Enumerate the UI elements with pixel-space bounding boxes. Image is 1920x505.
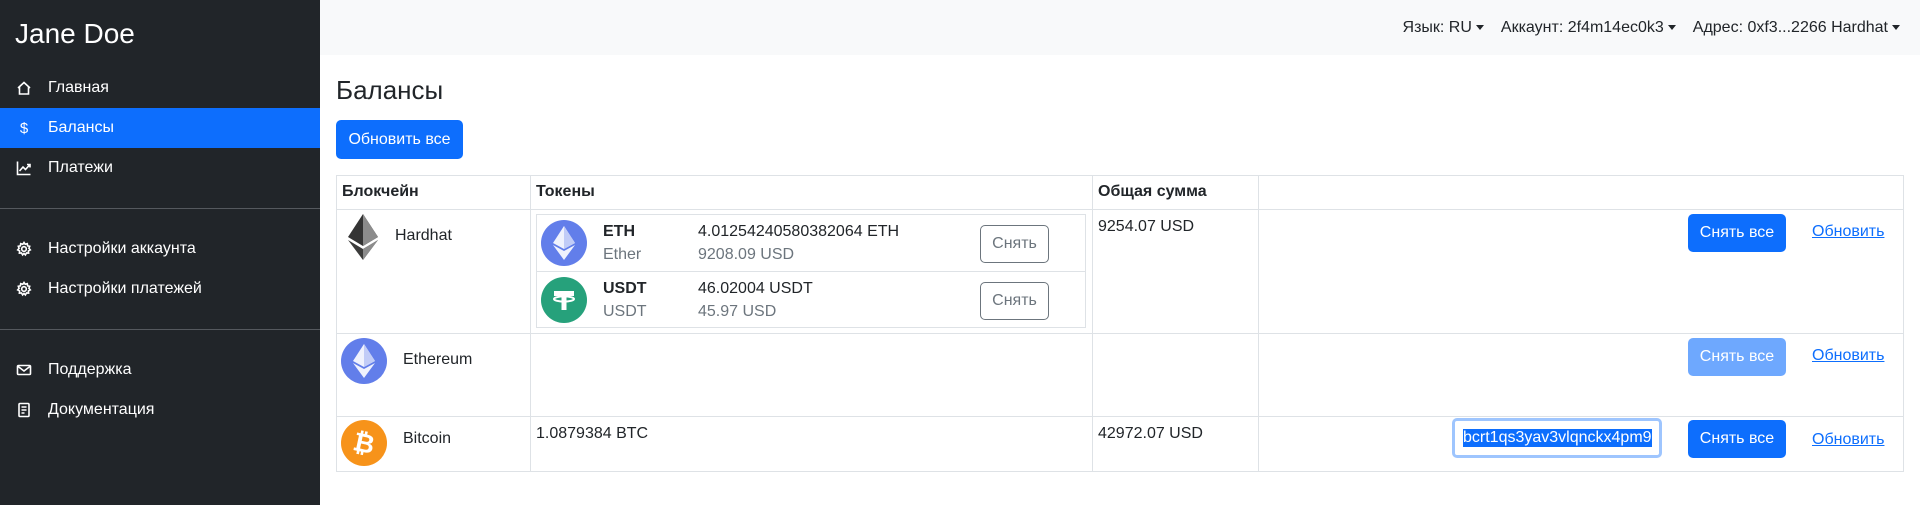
- ethereum-diamond-icon: [347, 214, 379, 265]
- update-link[interactable]: Обновить: [1812, 431, 1884, 449]
- total-cell: [1092, 333, 1259, 417]
- address-label: Адрес: 0xf3...2266 Hardhat: [1692, 18, 1888, 36]
- sidebar-nav: Главная $ Балансы Платежи: [0, 68, 320, 188]
- withdraw-token-button[interactable]: Снять: [980, 225, 1049, 263]
- token-row: ETH Ether 4.01254240580382064 ETH 9208.0…: [537, 215, 1085, 271]
- eth-coin-icon: [341, 338, 387, 384]
- refresh-all-button[interactable]: Обновить все: [336, 120, 463, 159]
- sidebar-item-balances[interactable]: $ Балансы: [0, 108, 320, 148]
- token-amount: 4.01254240580382064 ETH: [698, 223, 900, 240]
- chain-name: Ethereum: [403, 351, 473, 368]
- tokens-cell: [530, 333, 1093, 417]
- brand-title: Jane Doe: [15, 18, 135, 49]
- update-link[interactable]: Обновить: [1812, 347, 1884, 365]
- sidebar-item-payments[interactable]: Платежи: [0, 148, 320, 188]
- svg-text:₿: ₿: [351, 428, 377, 458]
- sidebar-divider: [0, 208, 320, 209]
- table-row: Ethereum Снять все Обновить: [336, 333, 1904, 417]
- sidebar: Jane Doe Главная $ Балансы Платежи Настр…: [0, 0, 320, 505]
- token-name: USDT: [603, 303, 647, 320]
- address-input-value: bcrt1qs3yav3vlqnckx4pm9: [1463, 429, 1652, 447]
- caret-down-icon: [1892, 25, 1900, 30]
- top-navbar: Язык: RU Аккаунт: 2f4m14ec0k3 Адрес: 0xf…: [320, 0, 1920, 55]
- column-header-actions: [1258, 175, 1904, 210]
- gear-icon: [15, 240, 33, 258]
- account-label: Аккаунт: 2f4m14ec0k3: [1500, 18, 1664, 36]
- total-cell: 9254.07 USD: [1092, 209, 1259, 334]
- sidebar-divider: [0, 329, 320, 330]
- caret-down-icon: [1667, 25, 1676, 30]
- sidebar-item-label: Настройки платежей: [48, 280, 202, 297]
- token-usd-value: 9208.09 USD: [698, 246, 795, 263]
- sidebar-item-home[interactable]: Главная: [0, 68, 320, 108]
- sidebar-item-support[interactable]: Поддержка: [0, 350, 320, 390]
- chain-cell: Ethereum: [336, 333, 531, 417]
- token-list: ETH Ether 4.01254240580382064 ETH 9208.0…: [536, 214, 1086, 328]
- sidebar-item-label: Поддержка: [48, 361, 132, 378]
- page-title: Балансы: [336, 75, 444, 105]
- column-header-blockchain: Блокчейн: [336, 175, 531, 210]
- actions-cell: Снять все Обновить: [1258, 333, 1904, 417]
- envelope-icon: [15, 361, 33, 379]
- gear-icon: [15, 280, 33, 298]
- sidebar-nav-help: Поддержка Документация: [0, 350, 320, 430]
- sidebar-item-label: Платежи: [48, 159, 113, 176]
- document-icon: [15, 401, 33, 419]
- total-cell: 42972.07 USD: [1092, 416, 1259, 472]
- sidebar-item-label: Балансы: [48, 119, 114, 136]
- sidebar-nav-settings: Настройки аккаунта Настройки платежей: [0, 229, 320, 309]
- sidebar-item-documentation[interactable]: Документация: [0, 390, 320, 430]
- balances-table: Блокчейн Токены Общая сумма Hardhat ETH …: [336, 175, 1904, 472]
- table-row: ₿ Bitcoin 1.0879384 BTC 42972.07 USD bcr…: [336, 416, 1904, 472]
- sidebar-item-account-settings[interactable]: Настройки аккаунта: [0, 229, 320, 269]
- column-header-tokens: Токены: [530, 175, 1093, 210]
- token-name: Ether: [603, 246, 642, 263]
- chart-line-icon: [15, 159, 33, 177]
- token-symbol: USDT: [603, 280, 647, 297]
- token-row: USDT USDT 46.02004 USDT 45.97 USD Снять: [537, 271, 1085, 327]
- account-dropdown[interactable]: Аккаунт: 2f4m14ec0k3: [1501, 19, 1676, 37]
- token-symbol: ETH: [603, 223, 635, 240]
- chain-cell: ₿ Bitcoin: [336, 416, 531, 472]
- chain-name: Bitcoin: [403, 430, 452, 447]
- withdraw-all-button[interactable]: Снять все: [1688, 420, 1786, 458]
- withdraw-all-button[interactable]: Снять все: [1688, 214, 1786, 252]
- table-header-row: Блокчейн Токены Общая сумма: [336, 175, 1904, 210]
- sidebar-item-label: Документация: [48, 401, 155, 418]
- token-usd-value: 45.97 USD: [698, 303, 777, 320]
- eth-coin-icon: [541, 220, 587, 266]
- token-amount: 46.02004 USDT: [698, 280, 813, 297]
- sidebar-item-label: Главная: [48, 79, 109, 96]
- sidebar-item-payment-settings[interactable]: Настройки платежей: [0, 269, 320, 309]
- dollar-icon: $: [19, 119, 29, 137]
- language-dropdown[interactable]: Язык: RU: [1403, 19, 1484, 37]
- chain-name: Hardhat: [395, 227, 452, 244]
- language-label: Язык: RU: [1402, 18, 1472, 36]
- tokens-cell: ETH Ether 4.01254240580382064 ETH 9208.0…: [530, 209, 1093, 334]
- tokens-cell: 1.0879384 BTC: [530, 416, 1093, 472]
- column-header-total: Общая сумма: [1092, 175, 1259, 210]
- sidebar-item-label: Настройки аккаунта: [48, 240, 196, 257]
- chain-cell: Hardhat: [336, 209, 531, 334]
- actions-cell: Снять все Обновить: [1258, 209, 1904, 334]
- caret-down-icon: [1475, 25, 1484, 30]
- withdraw-all-button[interactable]: Снять все: [1688, 338, 1786, 376]
- house-icon: [15, 79, 33, 97]
- bitcoin-coin-icon: ₿: [341, 420, 387, 466]
- withdraw-address-input[interactable]: bcrt1qs3yav3vlqnckx4pm9: [1452, 418, 1662, 458]
- table-row: Hardhat ETH Ether 4.01254240580382064 ET…: [336, 209, 1904, 334]
- tether-coin-icon: [541, 276, 587, 323]
- withdraw-token-button[interactable]: Снять: [980, 282, 1049, 320]
- update-link[interactable]: Обновить: [1812, 223, 1884, 241]
- address-dropdown[interactable]: Адрес: 0xf3...2266 Hardhat: [1693, 19, 1900, 37]
- actions-cell: bcrt1qs3yav3vlqnckx4pm9 Снять все Обнови…: [1258, 416, 1904, 472]
